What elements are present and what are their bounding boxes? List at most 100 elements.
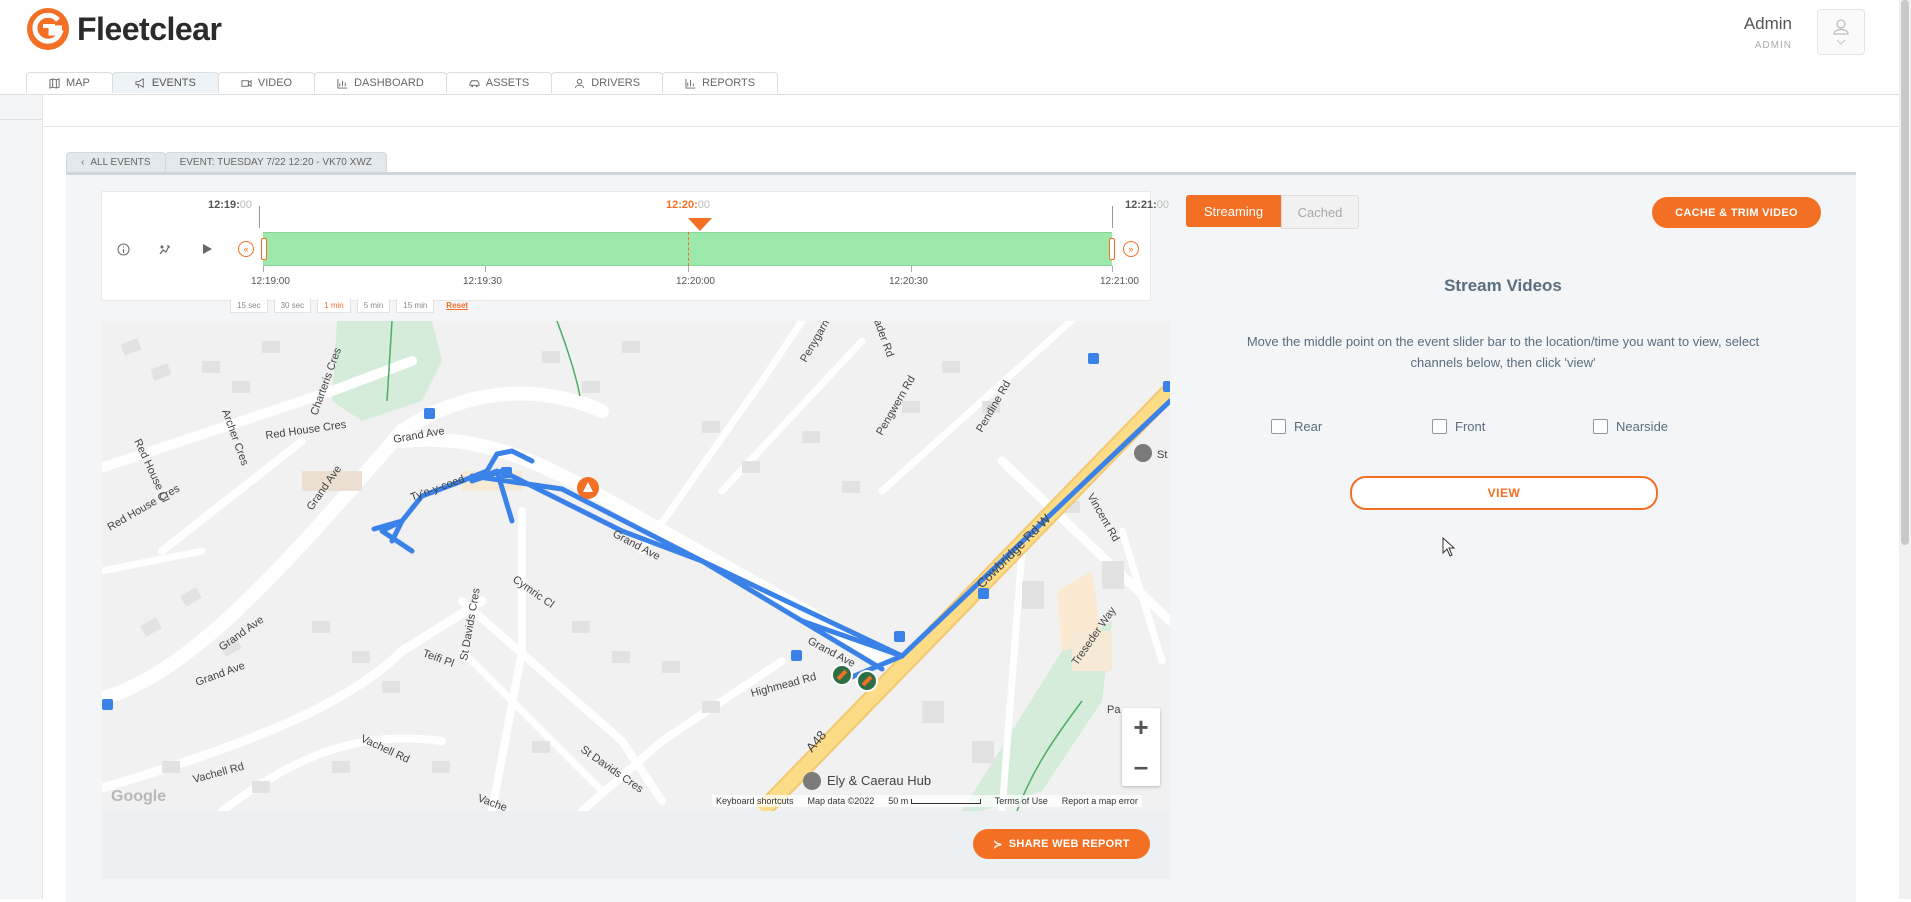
video-icon [241, 79, 252, 87]
main-nav: MAP EVENTS VIDEO DASHBOARD ASSETS DRIVER… [26, 72, 779, 94]
view-button[interactable]: VIEW [1350, 476, 1658, 510]
channel-front[interactable]: Front [1432, 419, 1485, 434]
timeline-rewind-icon[interactable]: « [238, 241, 254, 257]
stream-videos-title: Stream Videos [1444, 276, 1562, 295]
map-label: Pa [1107, 704, 1121, 716]
breadcrumb-all-events[interactable]: ‹ ALL EVENTS [66, 152, 166, 172]
user-menu-button[interactable] [1817, 9, 1865, 55]
zoom-in-button[interactable]: + [1122, 708, 1160, 747]
video-mode-toggle: Streaming Cached [1186, 195, 1359, 229]
zoom-1-min[interactable]: 1 min [317, 299, 351, 313]
app-name: Fleetclear [77, 10, 222, 47]
timeline-tick-label: 12:21:00 [1100, 276, 1139, 287]
user-role: ADMIN [1754, 40, 1792, 51]
timeline-zoom-options: 15 sec 30 sec 1 min 5 min 15 min Reset [230, 299, 474, 313]
cached-button[interactable]: Cached [1281, 195, 1359, 229]
timeline-tick [911, 266, 912, 272]
map-zoom-control: + – [1122, 708, 1160, 786]
timeline-center-time: 12:20:00 [666, 199, 710, 211]
reports-icon [685, 78, 696, 89]
timeline-center-hm: 12:20: [666, 199, 698, 211]
tab-video-label: VIDEO [257, 77, 293, 89]
user-name[interactable]: Admin [1744, 14, 1792, 34]
terms-link[interactable]: Terms of Use [995, 796, 1048, 806]
breadcrumb: ‹ ALL EVENTS EVENT: TUESDAY 7/22 12:20 -… [66, 152, 387, 172]
channel-rear-checkbox[interactable] [1271, 419, 1286, 434]
zoom-30-sec[interactable]: 30 sec [273, 299, 312, 313]
timeline-start-handle[interactable] [261, 238, 267, 260]
tab-dashboard[interactable]: DASHBOARD [314, 72, 447, 93]
timeline-start-hm: 12:19: [208, 199, 240, 211]
share-web-report-button[interactable]: ≻ SHARE WEB REPORT [973, 829, 1150, 859]
map-attribution: Keyboard shortcuts Map data ©2022 50 m T… [712, 795, 1142, 807]
channel-nearside[interactable]: Nearside [1593, 419, 1668, 434]
tab-reports-label: REPORTS [702, 77, 756, 89]
tab-events-label: EVENTS [151, 77, 196, 89]
zoom-15-sec[interactable]: 15 sec [230, 299, 268, 313]
timeline-end-s: 00 [1156, 199, 1170, 211]
car-icon [469, 79, 480, 87]
speed-icon[interactable] [156, 240, 174, 258]
chevron-left-icon: ‹ [81, 157, 85, 168]
timeline-tick [485, 266, 486, 272]
timeline-center-pointer[interactable] [688, 218, 712, 231]
fleetclear-logo[interactable]: Fleetclear [25, 6, 222, 52]
channel-front-checkbox[interactable] [1432, 419, 1447, 434]
breadcrumb-current-event: EVENT: TUESDAY 7/22 12:20 - VK70 XWZ [164, 152, 387, 172]
timeline-tick-label: 12:20:30 [889, 276, 928, 287]
megaphone-icon [135, 77, 144, 88]
timeline-start-time: 12:19:00 [208, 199, 252, 211]
timeline-start-marker [259, 206, 260, 228]
tab-reports[interactable]: REPORTS [662, 72, 779, 93]
nav-divider [0, 94, 1911, 95]
timeline-tick-label: 12:19:30 [463, 276, 502, 287]
timeline-center-line [688, 232, 689, 266]
streaming-button[interactable]: Streaming [1186, 195, 1281, 227]
play-icon[interactable] [198, 240, 216, 258]
zoom-5-min[interactable]: 5 min [356, 299, 391, 313]
zoom-reset-link[interactable]: Reset [440, 299, 474, 313]
event-map[interactable]: Archer Cres Charteris Cres Red House Cl … [102, 321, 1170, 811]
breadcrumb-current-label: EVENT: TUESDAY 7/22 12:20 - VK70 XWZ [179, 157, 372, 168]
user-icon [1833, 19, 1849, 45]
map-scale: 50 m [888, 796, 981, 806]
google-logo: Google [111, 788, 167, 805]
keyboard-shortcuts-link[interactable]: Keyboard shortcuts [716, 796, 794, 806]
channel-front-label: Front [1455, 419, 1486, 434]
tab-drivers[interactable]: DRIVERS [551, 72, 664, 93]
timeline-end-marker [1112, 206, 1113, 228]
timeline-center-s: 00 [697, 199, 711, 211]
person-icon [575, 78, 585, 88]
zoom-15-min[interactable]: 15 min [396, 299, 435, 313]
breadcrumb-all-events-label: ALL EVENTS [90, 157, 151, 168]
dashboard-icon [337, 78, 348, 89]
timeline-tick [1112, 266, 1113, 272]
page-scrollbar[interactable] [1899, 0, 1911, 899]
mouse-cursor-icon [1442, 537, 1456, 557]
channel-nearside-checkbox[interactable] [1593, 419, 1608, 434]
tab-assets[interactable]: ASSETS [445, 72, 553, 93]
timeline-end-handle[interactable] [1109, 238, 1115, 260]
tab-map[interactable]: MAP [26, 72, 113, 93]
zoom-out-button[interactable]: – [1122, 747, 1160, 786]
cache-trim-video-button[interactable]: CACHE & TRIM VIDEO [1652, 197, 1821, 228]
timeline-forward-icon[interactable]: » [1123, 241, 1139, 257]
share-web-report-label: SHARE WEB REPORT [1008, 838, 1130, 850]
map-label: St [1157, 449, 1167, 461]
timeline-end-hm: 12:21: [1125, 199, 1157, 211]
map-scale-label: 50 m [888, 796, 909, 806]
map-label: Ely & Caerau Hub [827, 773, 931, 788]
tab-events[interactable]: EVENTS [111, 72, 219, 93]
tab-video[interactable]: VIDEO [217, 72, 316, 93]
report-map-error-link[interactable]: Report a map error [1062, 796, 1138, 806]
info-icon[interactable] [114, 240, 132, 258]
fleetclear-logo-icon [27, 8, 69, 50]
scrollbar-thumb[interactable] [1901, 0, 1909, 545]
content-divider [42, 126, 1899, 127]
share-icon: ≻ [993, 838, 1003, 851]
tab-map-label: MAP [66, 77, 90, 89]
channel-rear-label: Rear [1294, 419, 1323, 434]
channel-rear[interactable]: Rear [1271, 419, 1322, 434]
timeline-end-time: 12:21:00 [1125, 199, 1169, 211]
map-icon [49, 77, 60, 89]
